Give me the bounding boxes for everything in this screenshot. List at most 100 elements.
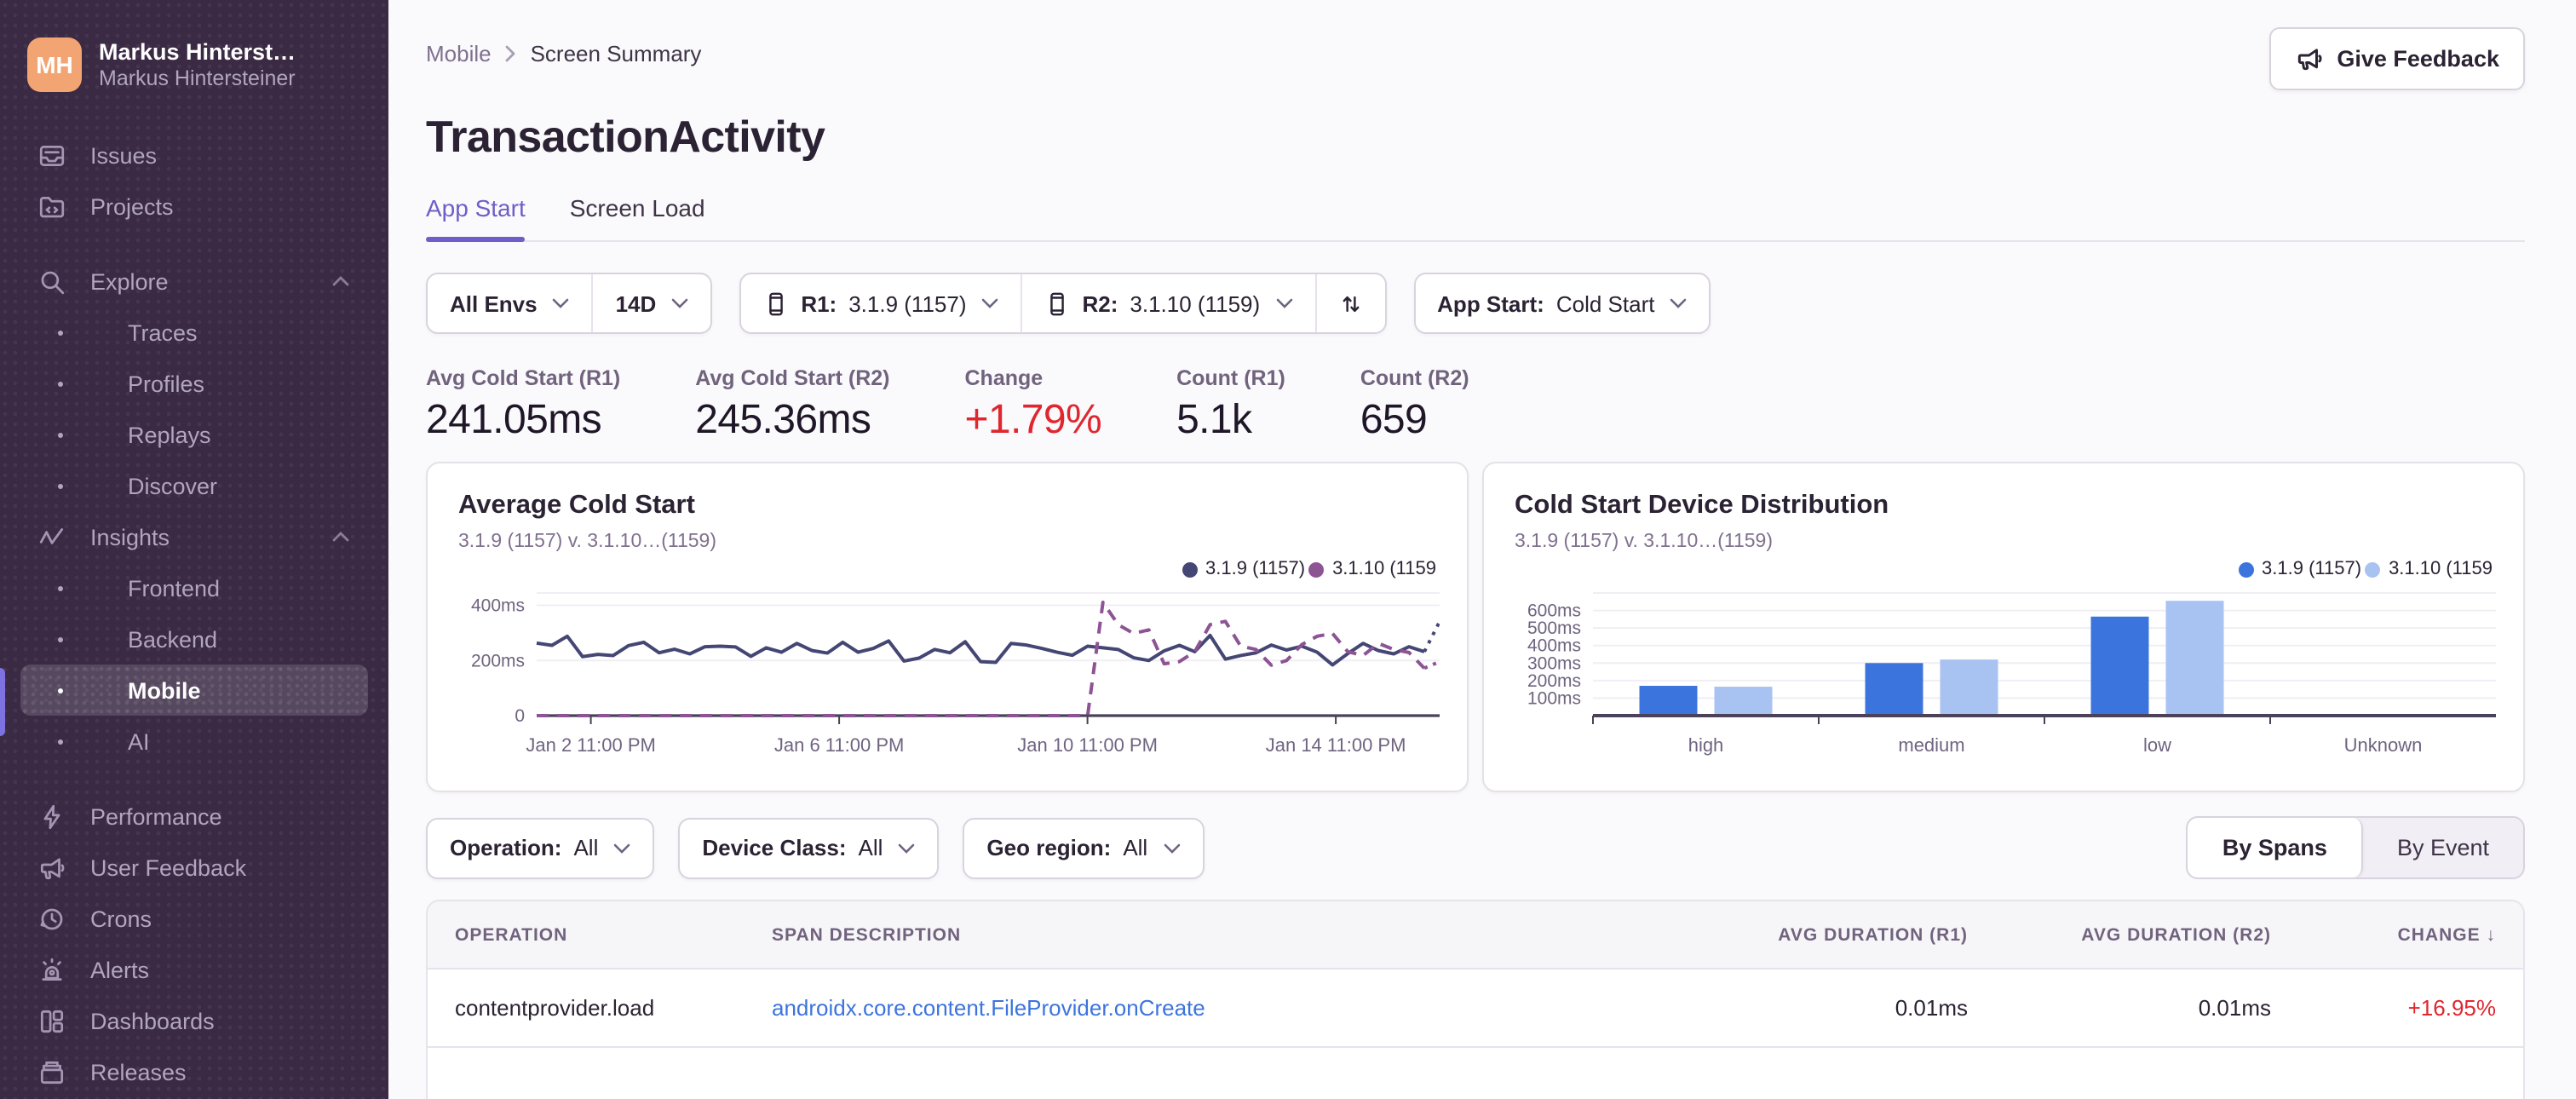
mobile-phone-icon xyxy=(1045,291,1071,316)
stat-count-r1: Count (R1) 5.1k xyxy=(1176,366,1285,445)
give-feedback-label: Give Feedback xyxy=(2337,46,2499,72)
toggle-by-event[interactable]: By Event xyxy=(2363,818,2523,877)
sidebar-item-insights[interactable]: Insights xyxy=(20,511,368,562)
legend-dot xyxy=(2238,561,2254,577)
app-start-type-label: App Start: xyxy=(1437,291,1544,316)
sidebar-item-traces[interactable]: Traces xyxy=(20,307,368,358)
sidebar-item-label: Discover xyxy=(128,473,218,498)
column-header-span-description[interactable]: SPAN DESCRIPTION xyxy=(745,924,1671,945)
cell-span-description-link[interactable]: androidx.core.content.FileProvider.onCre… xyxy=(745,995,1671,1021)
geo-region-filter-label: Geo region: xyxy=(986,835,1112,860)
sidebar-item-projects[interactable]: Projects xyxy=(20,181,368,232)
sidebar-item-alerts[interactable]: Alerts xyxy=(20,944,368,995)
geo-region-filter[interactable]: Geo region: All xyxy=(964,819,1202,877)
main-content: Mobile Screen Summary Give Feedback Tran… xyxy=(388,0,2576,1099)
chart-subtitle: 3.1.9 (1157) v. 3.1.10…(1159) xyxy=(1515,532,1774,552)
clock-icon xyxy=(37,904,66,933)
tab-screen-load[interactable]: Screen Load xyxy=(570,194,705,240)
column-header-change-label: CHANGE xyxy=(2397,924,2481,945)
sidebar-item-dashboards[interactable]: Dashboards xyxy=(20,995,368,1046)
cell-avg-duration-r2: 0.01ms xyxy=(2198,995,2271,1021)
sidebar-item-discover[interactable]: Discover xyxy=(20,460,368,511)
geo-region-filter-group: Geo region: All xyxy=(963,817,1205,878)
sidebar-item-releases[interactable]: Releases xyxy=(20,1046,368,1097)
svg-text:300ms: 300ms xyxy=(1527,653,1581,673)
device-class-filter-label: Device Class: xyxy=(702,835,847,860)
sidebar-item-label: Crons xyxy=(90,906,152,931)
legend-label: 3.1.10 (1159 xyxy=(1332,559,1436,579)
user-menu[interactable]: MH Markus Hinterst… Markus Hintersteiner xyxy=(20,37,368,92)
sidebar-item-mobile[interactable]: Mobile xyxy=(20,665,368,716)
breadcrumb-mobile[interactable]: Mobile xyxy=(426,40,492,66)
sidebar-item-label: Insights xyxy=(90,524,170,550)
sidebar-item-label: Traces xyxy=(128,319,198,345)
dashboard-grid-icon xyxy=(37,1006,66,1035)
app-start-type-value: Cold Start xyxy=(1555,291,1655,316)
filter-bar: All Envs 14D R1: 3.1.9 (1157) R2: 3.1.10… xyxy=(426,273,2525,334)
column-header-change[interactable]: CHANGE ↓ xyxy=(2298,924,2523,945)
tab-app-start[interactable]: App Start xyxy=(426,194,526,242)
date-range-filter[interactable]: 14D xyxy=(591,274,711,332)
sidebar-item-user-feedback[interactable]: User Feedback xyxy=(20,842,368,893)
cell-change: +16.95% xyxy=(2407,995,2496,1021)
toggle-by-spans[interactable]: By Spans xyxy=(2188,818,2363,877)
legend-item-r1[interactable]: 3.1.9 (1157) xyxy=(2238,559,2361,579)
chevron-down-icon xyxy=(553,298,570,308)
sidebar-item-backend[interactable]: Backend xyxy=(20,613,368,665)
legend-dot xyxy=(2365,561,2381,577)
lightning-icon xyxy=(37,802,66,831)
tabs: App Start Screen Load xyxy=(426,194,2525,242)
app-start-type-filter[interactable]: App Start: Cold Start xyxy=(1415,274,1709,332)
megaphone-icon xyxy=(2294,44,2323,73)
geo-region-filter-value: All xyxy=(1123,835,1148,860)
column-header-operation[interactable]: OPERATION xyxy=(428,924,745,945)
projects-icon xyxy=(37,192,66,221)
svg-text:Jan 2 11:00 PM: Jan 2 11:00 PM xyxy=(526,734,655,756)
cell-avg-duration-r1: 0.01ms xyxy=(1895,995,1968,1021)
legend-item-r1[interactable]: 3.1.9 (1157) xyxy=(1182,559,1305,579)
swap-releases-button[interactable] xyxy=(1314,274,1384,332)
operation-filter[interactable]: Operation: All xyxy=(428,819,653,877)
release-1-selector[interactable]: R1: 3.1.9 (1157) xyxy=(741,274,1021,332)
svg-text:Jan 10 11:00 PM: Jan 10 11:00 PM xyxy=(1017,734,1158,756)
sidebar-item-frontend[interactable]: Frontend xyxy=(20,562,368,613)
legend-label: 3.1.9 (1157) xyxy=(1205,559,1306,579)
legend-item-r2[interactable]: 3.1.10 (1159 xyxy=(2365,559,2493,579)
sidebar-item-label: Releases xyxy=(90,1059,187,1085)
release-2-value: 3.1.10 (1159) xyxy=(1130,291,1261,316)
give-feedback-button[interactable]: Give Feedback xyxy=(2268,27,2525,90)
environment-filter[interactable]: All Envs xyxy=(428,274,592,332)
sidebar-item-label: Explore xyxy=(90,268,169,294)
stat-value: 241.05ms xyxy=(426,397,602,443)
sidebar-item-ai[interactable]: AI xyxy=(20,716,368,767)
release-2-selector[interactable]: R2: 3.1.10 (1159) xyxy=(1021,274,1315,332)
sidebar-item-label: Dashboards xyxy=(90,1008,215,1033)
sidebar-item-issues[interactable]: Issues xyxy=(20,129,368,181)
svg-text:Unknown: Unknown xyxy=(2344,734,2423,756)
sidebar-item-explore[interactable]: Explore xyxy=(20,256,368,307)
stat-change: Change +1.79% xyxy=(965,366,1102,445)
insights-icon xyxy=(37,522,66,551)
legend-label: 3.1.10 (1159 xyxy=(2389,559,2493,579)
stat-label: Avg Cold Start (R2) xyxy=(695,366,890,390)
device-class-filter[interactable]: Device Class: All xyxy=(680,819,937,877)
sidebar-item-label: AI xyxy=(128,728,150,754)
column-header-avg-duration-r1[interactable]: AVG DURATION (R1) xyxy=(1671,924,1995,945)
sidebar-item-crons[interactable]: Crons xyxy=(20,893,368,944)
svg-text:500ms: 500ms xyxy=(1527,619,1581,638)
legend-item-r2[interactable]: 3.1.10 (1159 xyxy=(1308,559,1436,579)
mobile-phone-icon xyxy=(763,291,789,316)
avatar: MH xyxy=(27,37,82,92)
release-filter-group: R1: 3.1.9 (1157) R2: 3.1.10 (1159) xyxy=(739,273,1387,334)
column-header-avg-duration-r2[interactable]: AVG DURATION (R2) xyxy=(1995,924,2298,945)
sidebar-item-label: Frontend xyxy=(128,575,221,601)
device-class-filter-group: Device Class: All xyxy=(678,817,940,878)
line-chart: 400ms 200ms 0Jan 2 11:00 PM Jan 6 11:00 PM J… xyxy=(471,592,1440,756)
sidebar-item-profiles[interactable]: Profiles xyxy=(20,358,368,409)
sidebar-item-performance[interactable]: Performance xyxy=(20,791,368,842)
stat-label: Count (R1) xyxy=(1176,366,1285,390)
operation-filter-group: Operation: All xyxy=(426,817,655,878)
sidebar-item-replays[interactable]: Replays xyxy=(20,409,368,460)
